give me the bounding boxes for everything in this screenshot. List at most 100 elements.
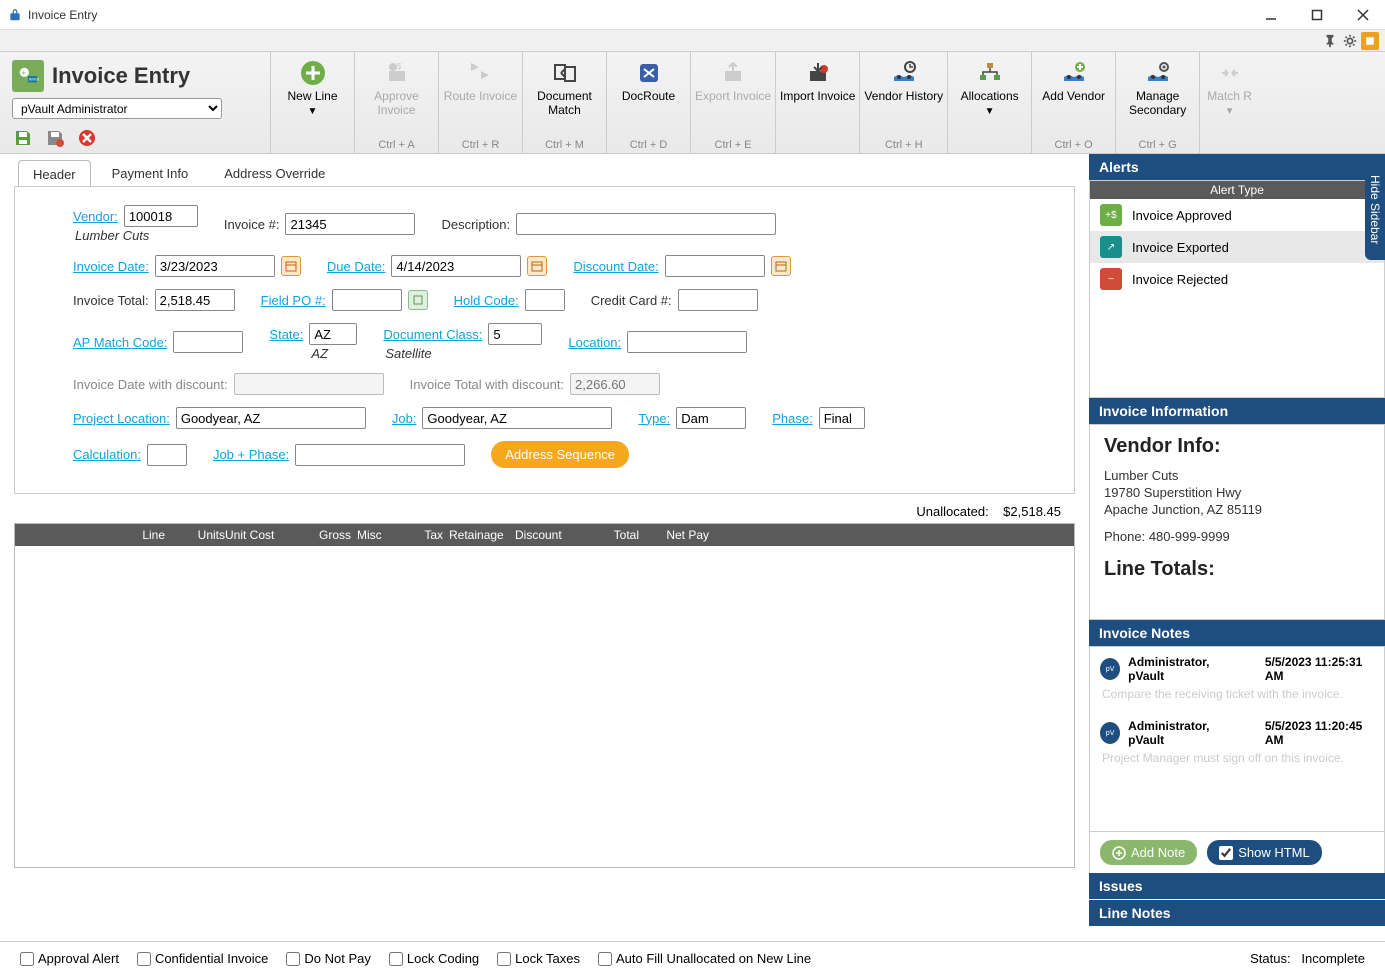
vendor-input[interactable] <box>124 205 198 227</box>
do-not-pay-checkbox[interactable]: Do Not Pay <box>286 951 370 966</box>
project-location-label[interactable]: Project Location: <box>73 411 170 426</box>
lock-taxes-checkbox[interactable]: Lock Taxes <box>497 951 580 966</box>
ribbon-allocations[interactable]: Allocations ▼ <box>947 52 1031 153</box>
ribbon-docroute[interactable]: DocRoute Ctrl + D <box>606 52 690 153</box>
ribbon-add-vendor[interactable]: Add Vendor Ctrl + O <box>1031 52 1115 153</box>
ap-match-input[interactable] <box>173 331 243 353</box>
add-note-button[interactable]: Add Note <box>1100 840 1197 865</box>
credit-card-input[interactable] <box>678 289 758 311</box>
cancel-icon[interactable] <box>76 127 98 149</box>
ribbon-vendor-history[interactable]: Vendor History Ctrl + H <box>859 52 947 153</box>
discount-date-label[interactable]: Discount Date: <box>573 259 658 274</box>
hold-code-label[interactable]: Hold Code: <box>454 293 519 308</box>
tab-address-override[interactable]: Address Override <box>209 159 340 186</box>
show-html-button[interactable]: Show HTML <box>1207 840 1322 865</box>
user-select[interactable]: pVault Administrator <box>12 98 222 119</box>
phase-input[interactable] <box>819 407 865 429</box>
type-input[interactable] <box>676 407 746 429</box>
invoice-date-label[interactable]: Invoice Date: <box>73 259 149 274</box>
description-input[interactable] <box>516 213 776 235</box>
line-grid: Line Units Unit Cost Gross Misc Tax Reta… <box>14 523 1075 868</box>
tab-strip: Header Payment Info Address Override <box>0 154 1089 186</box>
tab-payment-info[interactable]: Payment Info <box>97 159 204 186</box>
confidential-checkbox[interactable]: Confidential Invoice <box>137 951 268 966</box>
vendor-label[interactable]: Vendor: <box>73 209 118 224</box>
vendor-info-addr2: Apache Junction, AZ 85119 <box>1104 502 1370 517</box>
calendar-icon[interactable] <box>527 256 547 276</box>
job-input[interactable] <box>422 407 612 429</box>
state-name: AZ <box>311 346 328 361</box>
ribbon-match-rc: Match R ▼ <box>1199 52 1259 153</box>
tab-header[interactable]: Header <box>18 160 91 187</box>
ribbon-manage-secondary[interactable]: Manage Secondary Ctrl + G <box>1115 52 1199 153</box>
job-label[interactable]: Job: <box>392 411 417 426</box>
invoice-total-disc-label: Invoice Total with discount: <box>410 377 564 392</box>
invoice-total-input[interactable] <box>155 289 235 311</box>
document-class-label[interactable]: Document Class: <box>383 327 482 342</box>
due-date-input[interactable] <box>391 255 521 277</box>
address-sequence-button[interactable]: Address Sequence <box>491 441 629 468</box>
job-phase-input[interactable] <box>295 444 465 466</box>
ribbon-export-invoice: Export Invoice Ctrl + E <box>690 52 775 153</box>
theme-icon[interactable] <box>1361 32 1379 50</box>
autofill-checkbox[interactable]: Auto Fill Unallocated on New Line <box>598 951 811 966</box>
location-input[interactable] <box>627 331 747 353</box>
ribbon-import-invoice[interactable]: Import Invoice <box>775 52 859 153</box>
minimize-button[interactable] <box>1257 4 1285 26</box>
save-icon[interactable] <box>12 127 34 149</box>
field-po-label[interactable]: Field PO #: <box>261 293 326 308</box>
lookup-icon[interactable] <box>408 290 428 310</box>
vendor-info-name: Lumber Cuts <box>1104 468 1370 483</box>
alert-row[interactable]: +$ Invoice Approved <box>1090 199 1384 231</box>
invoice-no-input[interactable] <box>285 213 415 235</box>
state-label[interactable]: State: <box>269 327 303 342</box>
pin-icon[interactable] <box>1321 32 1339 50</box>
line-notes-header: Line Notes <box>1089 900 1385 926</box>
app-logo-icon: +INVOICE <box>12 60 44 92</box>
alert-type-header: Alert Type <box>1090 181 1384 199</box>
line-totals-heading: Line Totals: <box>1104 558 1370 581</box>
hide-sidebar-button[interactable]: Hide Sidebar <box>1365 160 1385 260</box>
due-date-label[interactable]: Due Date: <box>327 259 386 274</box>
field-po-input[interactable] <box>332 289 402 311</box>
notes-body[interactable]: pV Administrator, pVault 5/5/2023 11:25:… <box>1089 646 1385 832</box>
lock-coding-checkbox[interactable]: Lock Coding <box>389 951 479 966</box>
ribbon-document-match[interactable]: Document Match Ctrl + M <box>522 52 606 153</box>
close-button[interactable] <box>1349 4 1377 26</box>
chevron-down-icon[interactable]: ▼ <box>308 106 318 117</box>
phase-label[interactable]: Phase: <box>772 411 812 426</box>
grid-body[interactable] <box>15 546 1074 867</box>
calendar-icon[interactable] <box>281 256 301 276</box>
document-class-name: Satellite <box>385 346 431 361</box>
form-area: Vendor: Lumber Cuts Invoice #: Descripti… <box>14 186 1075 494</box>
gear-icon[interactable] <box>1341 32 1359 50</box>
location-label[interactable]: Location: <box>568 335 621 350</box>
vendor-info-addr1: 19780 Superstition Hwy <box>1104 485 1370 500</box>
invoice-date-disc-label: Invoice Date with discount: <box>73 377 228 392</box>
approval-alert-checkbox[interactable]: Approval Alert <box>20 951 119 966</box>
hold-code-input[interactable] <box>525 289 565 311</box>
calendar-icon[interactable] <box>771 256 791 276</box>
alert-row[interactable]: ↗ Invoice Exported <box>1090 231 1384 263</box>
invoice-notes-header: Invoice Notes <box>1089 620 1385 646</box>
project-location-input[interactable] <box>176 407 366 429</box>
invoice-info-body: Vendor Info: Lumber Cuts 19780 Superstit… <box>1089 424 1385 620</box>
calculation-input[interactable] <box>147 444 187 466</box>
discount-date-input[interactable] <box>665 255 765 277</box>
chevron-down-icon[interactable]: ▼ <box>985 106 995 117</box>
job-phase-label[interactable]: Job + Phase: <box>213 447 289 462</box>
invoice-date-input[interactable] <box>155 255 275 277</box>
document-class-input[interactable] <box>488 323 542 345</box>
calculation-label[interactable]: Calculation: <box>73 447 141 462</box>
issues-header: Issues <box>1089 873 1385 899</box>
save-as-icon[interactable] <box>44 127 66 149</box>
state-input[interactable] <box>309 323 357 345</box>
maximize-button[interactable] <box>1303 4 1331 26</box>
type-label[interactable]: Type: <box>638 411 670 426</box>
ribbon: +INVOICE Invoice Entry pVault Administra… <box>0 52 1385 154</box>
alert-row[interactable]: − Invoice Rejected <box>1090 263 1384 295</box>
show-html-checkbox[interactable] <box>1219 846 1233 860</box>
ribbon-route-invoice: Route Invoice Ctrl + R <box>438 52 522 153</box>
ribbon-new-line[interactable]: New Line ▼ <box>270 52 354 153</box>
ap-match-label[interactable]: AP Match Code: <box>73 335 167 350</box>
